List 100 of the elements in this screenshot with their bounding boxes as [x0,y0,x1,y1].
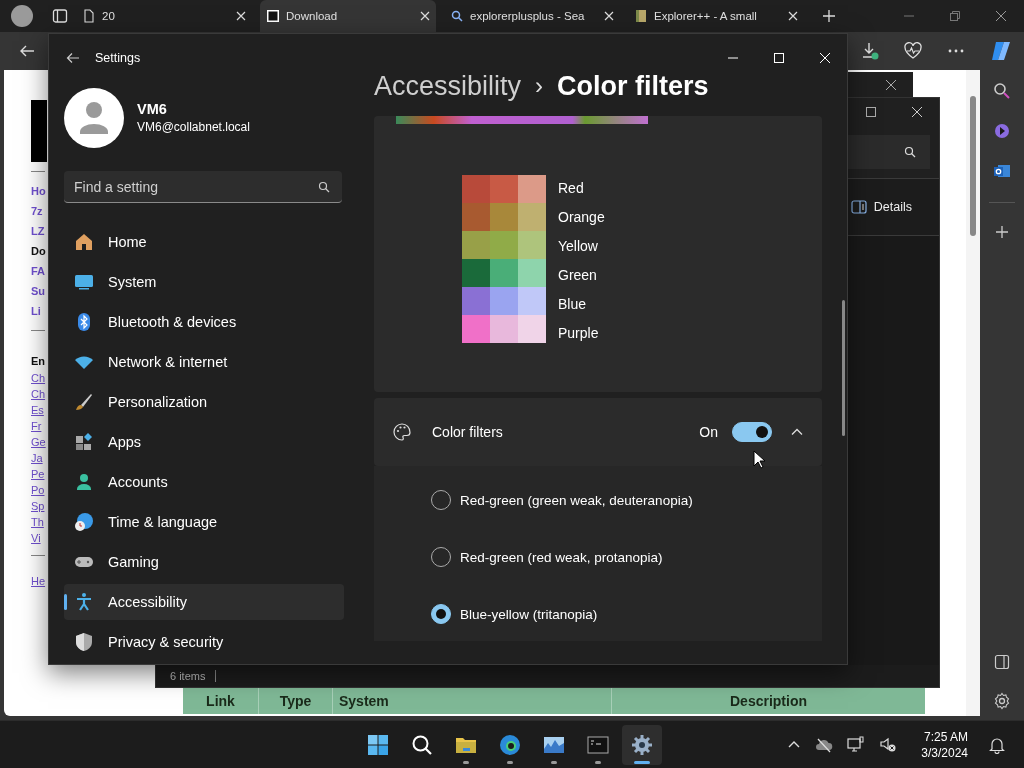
mail-icon[interactable] [993,162,1011,180]
book-icon [634,9,648,23]
search-field[interactable] [848,135,930,169]
page-link[interactable]: Ho [31,181,46,201]
nav-item[interactable]: Privacy & security [64,624,344,660]
page-link[interactable]: Do [31,241,46,261]
gear-icon [631,734,653,756]
page-link[interactable]: Ch [31,370,46,386]
browser-tab[interactable]: 20 [76,0,252,32]
details-button[interactable]: Details [846,195,916,219]
window-title: Settings [95,51,141,65]
add-icon[interactable] [995,225,1009,239]
radio-button[interactable] [431,604,451,624]
nav-item[interactable]: Accessibility [64,584,344,620]
download-icon[interactable] [861,42,879,60]
terminal-icon [587,734,609,756]
page-link[interactable]: LZ [31,221,45,241]
back-arrow-icon[interactable] [19,43,35,59]
cloud-off-icon[interactable] [815,736,834,754]
page-link[interactable]: 7z [31,201,43,221]
close-icon[interactable] [996,11,1006,21]
brush-icon [74,392,94,412]
color-label: Purple [558,324,600,343]
palette-icon [392,422,412,442]
nav-item[interactable]: Bluetooth & devices [64,304,344,340]
color-label: Yellow [558,237,599,256]
column-header: Description [729,692,808,711]
browser-tab[interactable]: Explorer++ - A small [628,0,804,32]
nav-item[interactable]: Time & language [64,504,344,540]
page-title: Color filters [557,70,709,102]
page-link[interactable]: Fr [31,418,42,434]
nav-item[interactable]: Network & internet [64,344,344,380]
page-link[interactable]: Pe [31,466,45,482]
search-icon [318,181,330,193]
new-tab-icon[interactable] [822,9,836,23]
color-label: Red [558,179,585,198]
logo-image [31,100,47,162]
page-link[interactable]: Vi [31,530,41,546]
section-heading: En [31,354,46,369]
nav-item[interactable]: Apps [64,424,344,460]
maximize-icon[interactable] [866,107,876,117]
close-icon[interactable] [886,79,896,90]
bell-icon[interactable] [988,736,1006,754]
color-label: Blue [558,295,588,314]
profile-icon[interactable] [11,5,33,27]
clock-date[interactable]: 3/3/2024 [921,745,968,761]
radio-label[interactable]: Blue-yellow (tritanopia) [460,606,598,622]
nav-item[interactable]: Accounts [64,464,344,500]
tab-actions-icon[interactable] [52,8,68,24]
scrollbar[interactable] [966,70,980,716]
search-icon[interactable] [993,82,1011,100]
setting-card[interactable]: Color filters On [374,398,822,466]
search-icon [450,9,464,23]
toggle-switch[interactable] [732,422,772,442]
page-link[interactable]: Su [31,281,46,301]
restore-icon[interactable] [950,11,960,21]
page-link[interactable]: Po [31,482,45,498]
settings-icon[interactable] [993,692,1011,710]
page-link[interactable]: Th [31,514,44,530]
page-link[interactable]: Ge [31,434,46,450]
mouse-cursor-icon [753,450,767,470]
home-icon [74,232,94,252]
breadcrumb-link[interactable]: Accessibility [374,70,522,102]
page-link[interactable]: Sp [31,498,45,514]
taskbar-app[interactable] [622,725,662,765]
radio-label[interactable]: Red-green (green weak, deuteranopia) [460,492,693,508]
setting-label: Color filters [432,424,503,440]
details-pane-icon [850,199,867,215]
status-text: 6 items [170,670,206,682]
page-link[interactable]: Li [31,301,41,321]
browser-tab[interactable]: explorerplusplus - Sea [444,0,620,32]
sidebar-panel-icon[interactable] [994,654,1010,670]
close-icon[interactable] [912,107,922,117]
back-arrow-icon[interactable] [66,51,80,65]
globe-clock-icon [74,512,94,532]
nav-item[interactable]: System [64,264,344,300]
speaker-muted-icon[interactable] [879,736,898,754]
browser-icon [499,734,521,756]
browser-tab[interactable]: Download [260,0,436,32]
clock-time[interactable]: 7:25 AM [923,729,968,745]
page-link[interactable]: FA [31,261,46,281]
monitor-icon [74,272,94,292]
apps-icon [74,432,94,452]
search-field[interactable]: Find a setting [64,171,342,203]
scrollbar[interactable] [842,300,845,436]
radio-label[interactable]: Red-green (red weak, protanopia) [460,549,663,565]
heartbeat-icon[interactable] [904,42,922,60]
search-icon [411,734,433,756]
page-link[interactable]: Ja [31,450,43,466]
avatar-icon[interactable] [64,87,124,148]
page-link[interactable]: Ch [31,386,46,402]
toggle-state-text: On [699,424,718,440]
accessibility-icon [74,592,94,612]
page-link[interactable]: He [31,573,46,589]
network-icon[interactable] [847,736,866,754]
nav-item[interactable]: Personalization [64,384,344,420]
nav-item[interactable]: Home [64,224,344,260]
page-link[interactable]: Es [31,402,44,418]
nav-item[interactable]: Gaming [64,544,344,580]
user-name: VM6 [137,101,168,117]
